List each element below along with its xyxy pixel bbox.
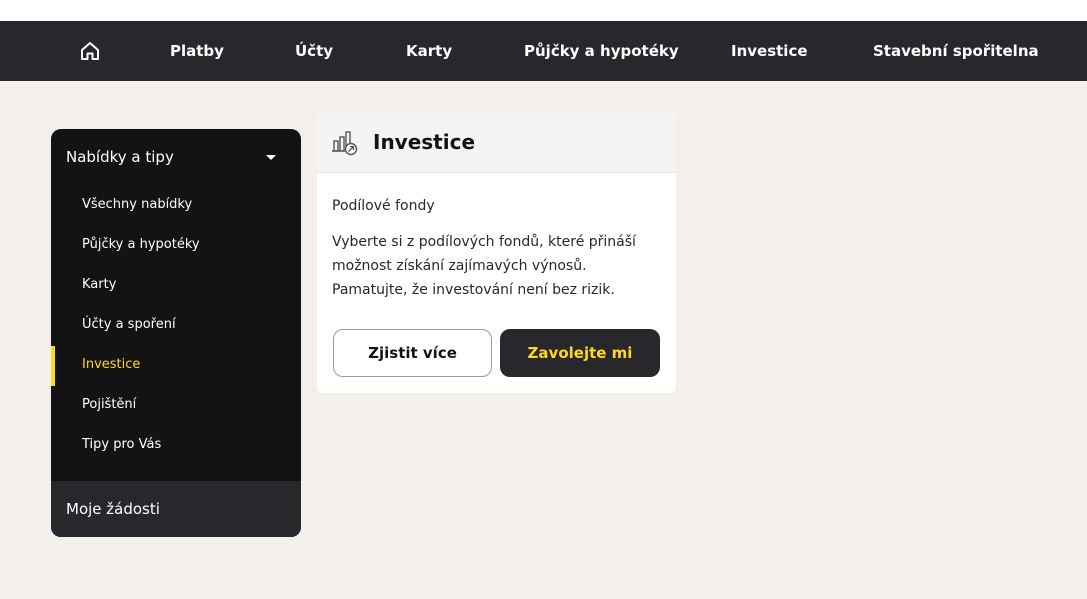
sidebar-section-title: Nabídky a tipy: [66, 148, 174, 166]
card-header: Investice: [317, 113, 676, 173]
sidebar-item-label: Investice: [82, 357, 141, 372]
main-navigation: Platby Účty Karty Půjčky a hypotéky Inve…: [0, 21, 1087, 81]
nav-item-investice[interactable]: Investice: [731, 21, 808, 81]
nav-item-stavebni-sporitelna[interactable]: Stavební spořitelna: [873, 21, 1039, 81]
card-subtitle: Podílové fondy: [332, 198, 435, 214]
nav-item-platby[interactable]: Platby: [170, 21, 224, 81]
sidebar-item-pujcky-a-hypoteky[interactable]: Půjčky a hypotéky: [51, 226, 301, 266]
sidebar-item-label: Tipy pro Vás: [82, 437, 162, 452]
sidebar-item-label: Půjčky a hypotéky: [82, 237, 200, 252]
card-title: Investice: [373, 130, 476, 154]
sidebar-item-vsechny-nabidky[interactable]: Všechny nabídky: [51, 186, 301, 226]
investment-chart-icon: [332, 131, 358, 156]
sidebar-item-karty[interactable]: Karty: [51, 266, 301, 306]
nav-item-pujcky[interactable]: Půjčky a hypotéky: [524, 21, 679, 81]
sidebar-item-ucty-a-sporeni[interactable]: Účty a spoření: [51, 306, 301, 346]
nav-item-karty[interactable]: Karty: [406, 21, 452, 81]
sidebar-item-label: Všechny nabídky: [82, 197, 193, 212]
chevron-down-icon: [266, 155, 276, 160]
nav-item-ucty[interactable]: Účty: [295, 21, 333, 81]
sidebar-item-moje-zadosti[interactable]: Moje žádosti: [51, 481, 301, 537]
home-icon[interactable]: [79, 40, 101, 62]
sidebar-section-toggle[interactable]: Nabídky a tipy: [51, 129, 301, 185]
sidebar-item-pojisteni[interactable]: Pojištění: [51, 386, 301, 426]
sidebar-item-investice[interactable]: Investice: [51, 346, 301, 386]
sidebar-item-label: Karty: [82, 277, 117, 292]
sidebar-item-label: Pojištění: [82, 397, 137, 412]
top-strip: [0, 0, 1087, 21]
learn-more-button[interactable]: Zjistit více: [333, 329, 492, 377]
offer-card: Investice Podílové fondy Vyberte si z po…: [317, 113, 676, 393]
active-indicator: [51, 346, 55, 386]
sidebar-menu: Nabídky a tipy Všechny nabídky Půjčky a …: [51, 129, 301, 537]
call-me-button[interactable]: Zavolejte mi: [500, 329, 660, 377]
sidebar-item-label: Účty a spoření: [82, 317, 176, 332]
card-description: Vyberte si z podílových fondů, které při…: [332, 234, 636, 298]
sidebar-footer-label: Moje žádosti: [66, 500, 160, 518]
sidebar-item-tipy-pro-vas[interactable]: Tipy pro Vás: [51, 426, 301, 466]
